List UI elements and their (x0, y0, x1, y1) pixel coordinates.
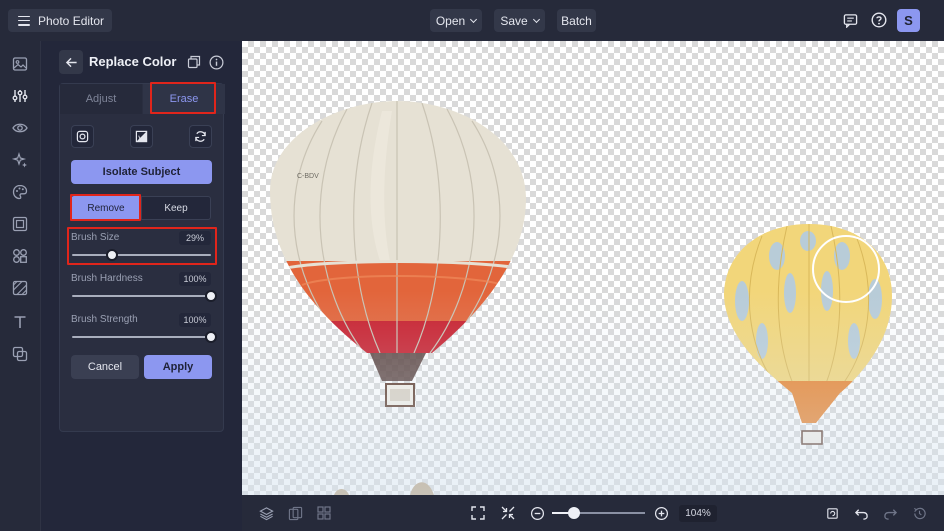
shapes-icon[interactable] (11, 247, 29, 265)
top-bar: Photo Editor Open Save Batch S (0, 0, 944, 41)
grid-icon[interactable] (314, 503, 334, 523)
tab-adjust[interactable]: Adjust (60, 84, 142, 114)
zoom-slider[interactable] (552, 507, 645, 519)
graphics-icon[interactable] (11, 345, 29, 363)
cancel-button[interactable]: Cancel (71, 355, 139, 379)
shrink-icon[interactable] (498, 503, 518, 523)
duplicate-icon[interactable] (186, 54, 202, 70)
tool-rail (0, 41, 41, 531)
balloon-photo: C-BDV (270, 101, 892, 495)
left-balloon-envelope (270, 101, 527, 353)
arrow-left-icon (65, 57, 77, 67)
eye-icon[interactable] (11, 119, 29, 137)
reset-mask-button[interactable] (189, 125, 212, 148)
left-balloon-marking: C-BDV (297, 173, 319, 180)
right-balloon-envelope (724, 224, 892, 393)
keep-mode-button[interactable]: Keep (141, 196, 211, 220)
rotate-icon[interactable] (822, 503, 842, 523)
brush-strength-label: Brush Strength (71, 314, 138, 325)
sliders-icon[interactable] (11, 87, 29, 105)
brush-size-label: Brush Size (71, 232, 120, 243)
panel-header: Replace Color (41, 41, 242, 83)
brush-hardness-value[interactable]: 100% (179, 272, 211, 286)
refresh-icon (195, 131, 206, 142)
app-menu-button[interactable]: Photo Editor (8, 9, 113, 32)
bottom-toolbar: 104% (242, 495, 944, 531)
back-button[interactable] (59, 50, 83, 74)
image-canvas[interactable]: C-BDV (242, 41, 944, 495)
panel-title: Replace Color (89, 54, 177, 69)
redo-icon[interactable] (880, 503, 900, 523)
user-avatar[interactable]: S (897, 9, 920, 32)
open-menu-button[interactable]: Open (430, 9, 482, 32)
fit-screen-icon[interactable] (468, 503, 488, 523)
chevron-down-icon (532, 15, 540, 23)
palette-icon[interactable] (11, 183, 29, 201)
brush-strength-slider-handle[interactable] (205, 331, 217, 343)
apply-button[interactable]: Apply (144, 355, 212, 379)
undo-icon[interactable] (851, 503, 871, 523)
brush-strength-slider[interactable] (72, 331, 217, 343)
compare-icon[interactable] (285, 503, 305, 523)
brush-strength-value[interactable]: 100% (179, 313, 211, 327)
sparkle-icon[interactable] (11, 151, 29, 169)
invert-mask-button[interactable] (130, 125, 153, 148)
tab-erase[interactable]: Erase (143, 84, 225, 114)
texture-icon[interactable] (11, 279, 29, 297)
brush-hardness-label: Brush Hardness (71, 273, 143, 284)
isolate-subject-button[interactable]: Isolate Subject (71, 160, 212, 184)
app-title: Photo Editor (38, 13, 105, 28)
erase-settings-card: Adjust Erase Isolate Subject Remove Keep… (59, 83, 225, 432)
remove-mode-button[interactable]: Remove (71, 196, 141, 220)
feedback-icon[interactable] (840, 10, 860, 30)
batch-label: Batch (561, 13, 592, 28)
layers-icon[interactable] (256, 503, 276, 523)
zoom-slider-handle[interactable] (568, 507, 581, 519)
brush-hardness-slider[interactable] (72, 290, 217, 302)
open-label: Open (435, 13, 466, 28)
frame-icon[interactable] (11, 215, 29, 233)
batch-button[interactable]: Batch (557, 9, 596, 32)
hamburger-icon (18, 15, 30, 26)
save-label: Save (500, 13, 528, 28)
help-icon[interactable] (869, 10, 889, 30)
zoom-in-icon[interactable] (651, 503, 671, 523)
zoom-level-display[interactable]: 104% (679, 505, 717, 522)
image-icon[interactable] (11, 55, 29, 73)
brush-size-value[interactable]: 29% (179, 231, 211, 245)
zoom-out-icon[interactable] (527, 503, 547, 523)
save-menu-button[interactable]: Save (494, 9, 545, 32)
info-icon[interactable] (208, 54, 224, 70)
brush-size-slider-handle[interactable] (106, 249, 119, 261)
chevron-down-icon (470, 15, 478, 23)
camera-icon (76, 130, 89, 143)
brush-size-slider[interactable] (72, 249, 211, 261)
history-icon[interactable] (909, 503, 929, 523)
invert-icon (135, 130, 148, 143)
text-icon[interactable] (11, 313, 29, 331)
brush-tool-button[interactable] (71, 125, 94, 148)
brush-hardness-slider-handle[interactable] (205, 290, 217, 302)
replace-color-panel: Replace Color Adjust Erase Isolate Subje… (41, 41, 242, 531)
